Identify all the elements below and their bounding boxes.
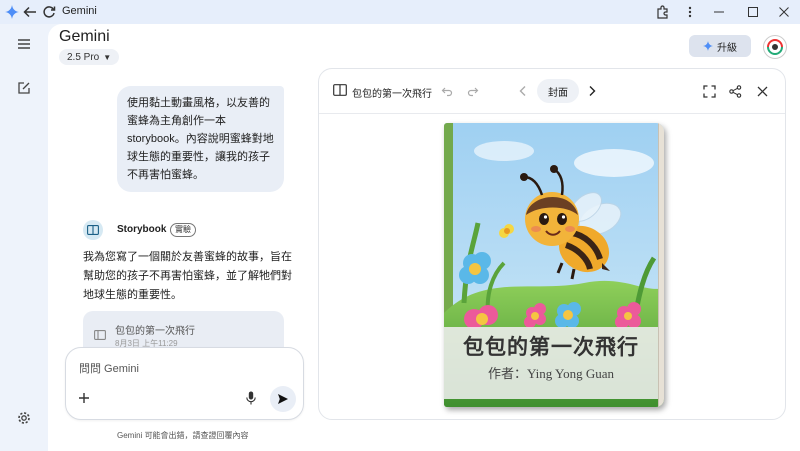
fullscreen-icon[interactable] <box>701 83 717 99</box>
book-title: 包包的第一次飛行 <box>463 334 639 359</box>
disclaimer: Gemini 可能會出錯，請查證回覆內容 <box>117 431 249 440</box>
current-page-tab[interactable]: 封面 <box>537 79 579 103</box>
settings-icon[interactable] <box>14 408 34 428</box>
assistant-name: Storybook <box>117 224 167 235</box>
prompt-input[interactable]: 問問 Gemini <box>65 347 304 420</box>
next-page-icon[interactable] <box>584 83 600 99</box>
mic-icon[interactable] <box>246 391 256 405</box>
add-icon[interactable] <box>78 392 90 404</box>
window-title: Gemini <box>62 5 97 17</box>
prev-page-icon[interactable] <box>515 83 531 99</box>
avatar[interactable] <box>763 35 787 59</box>
chevron-down-icon: ▼ <box>103 52 112 62</box>
sparkle-icon <box>3 3 21 21</box>
maximize-icon[interactable] <box>744 3 762 21</box>
redo-icon[interactable] <box>465 83 481 99</box>
assistant-reply: 我為您寫了一個關於友善蜜蜂的故事，旨在幫助您的孩子不再害怕蜜蜂，並了解牠們對地球… <box>83 251 292 301</box>
send-button[interactable] <box>270 386 296 412</box>
storybook-icon <box>83 220 103 240</box>
prompt-placeholder: 問問 Gemini <box>79 363 139 375</box>
book-author: 作者：Ying Yong Guan <box>487 366 615 381</box>
book-cover[interactable]: 包包的第一次飛行 作者：Ying Yong Guan <box>444 123 664 407</box>
experimental-badge: 實驗 <box>170 223 196 237</box>
user-message: 使用黏土動畫風格，以友善的蜜蜂為主角創作一本 storybook。內容說明蜜蜂對… <box>117 86 284 192</box>
undo-icon[interactable] <box>439 83 455 99</box>
panel-header: 包包的第一次飛行 封面 <box>319 69 785 114</box>
story-card-title: 包包的第一次飛行 <box>115 326 195 337</box>
reload-icon[interactable] <box>40 3 58 21</box>
title-bar: Gemini <box>0 0 800 24</box>
book-icon <box>94 330 106 340</box>
more-vert-icon[interactable] <box>681 3 699 21</box>
send-icon <box>278 394 288 404</box>
minimize-icon[interactable] <box>710 3 728 21</box>
model-label: 2.5 Pro <box>67 51 100 63</box>
menu-icon[interactable] <box>14 34 34 54</box>
extension-icon[interactable] <box>654 3 672 21</box>
panel-title: 包包的第一次飛行 <box>352 89 432 100</box>
model-selector[interactable]: 2.5 Pro ▼ <box>59 49 120 65</box>
new-chat-icon[interactable] <box>14 78 34 98</box>
book-icon <box>333 84 347 96</box>
upgrade-button[interactable]: 升級 <box>689 35 751 57</box>
app-title: Gemini <box>59 28 110 45</box>
sparkle-icon <box>703 41 713 51</box>
back-arrow-icon[interactable] <box>21 3 39 21</box>
share-icon[interactable] <box>727 83 743 99</box>
close-icon[interactable] <box>775 3 793 21</box>
close-icon[interactable] <box>754 83 770 99</box>
upgrade-label: 升級 <box>717 42 737 54</box>
